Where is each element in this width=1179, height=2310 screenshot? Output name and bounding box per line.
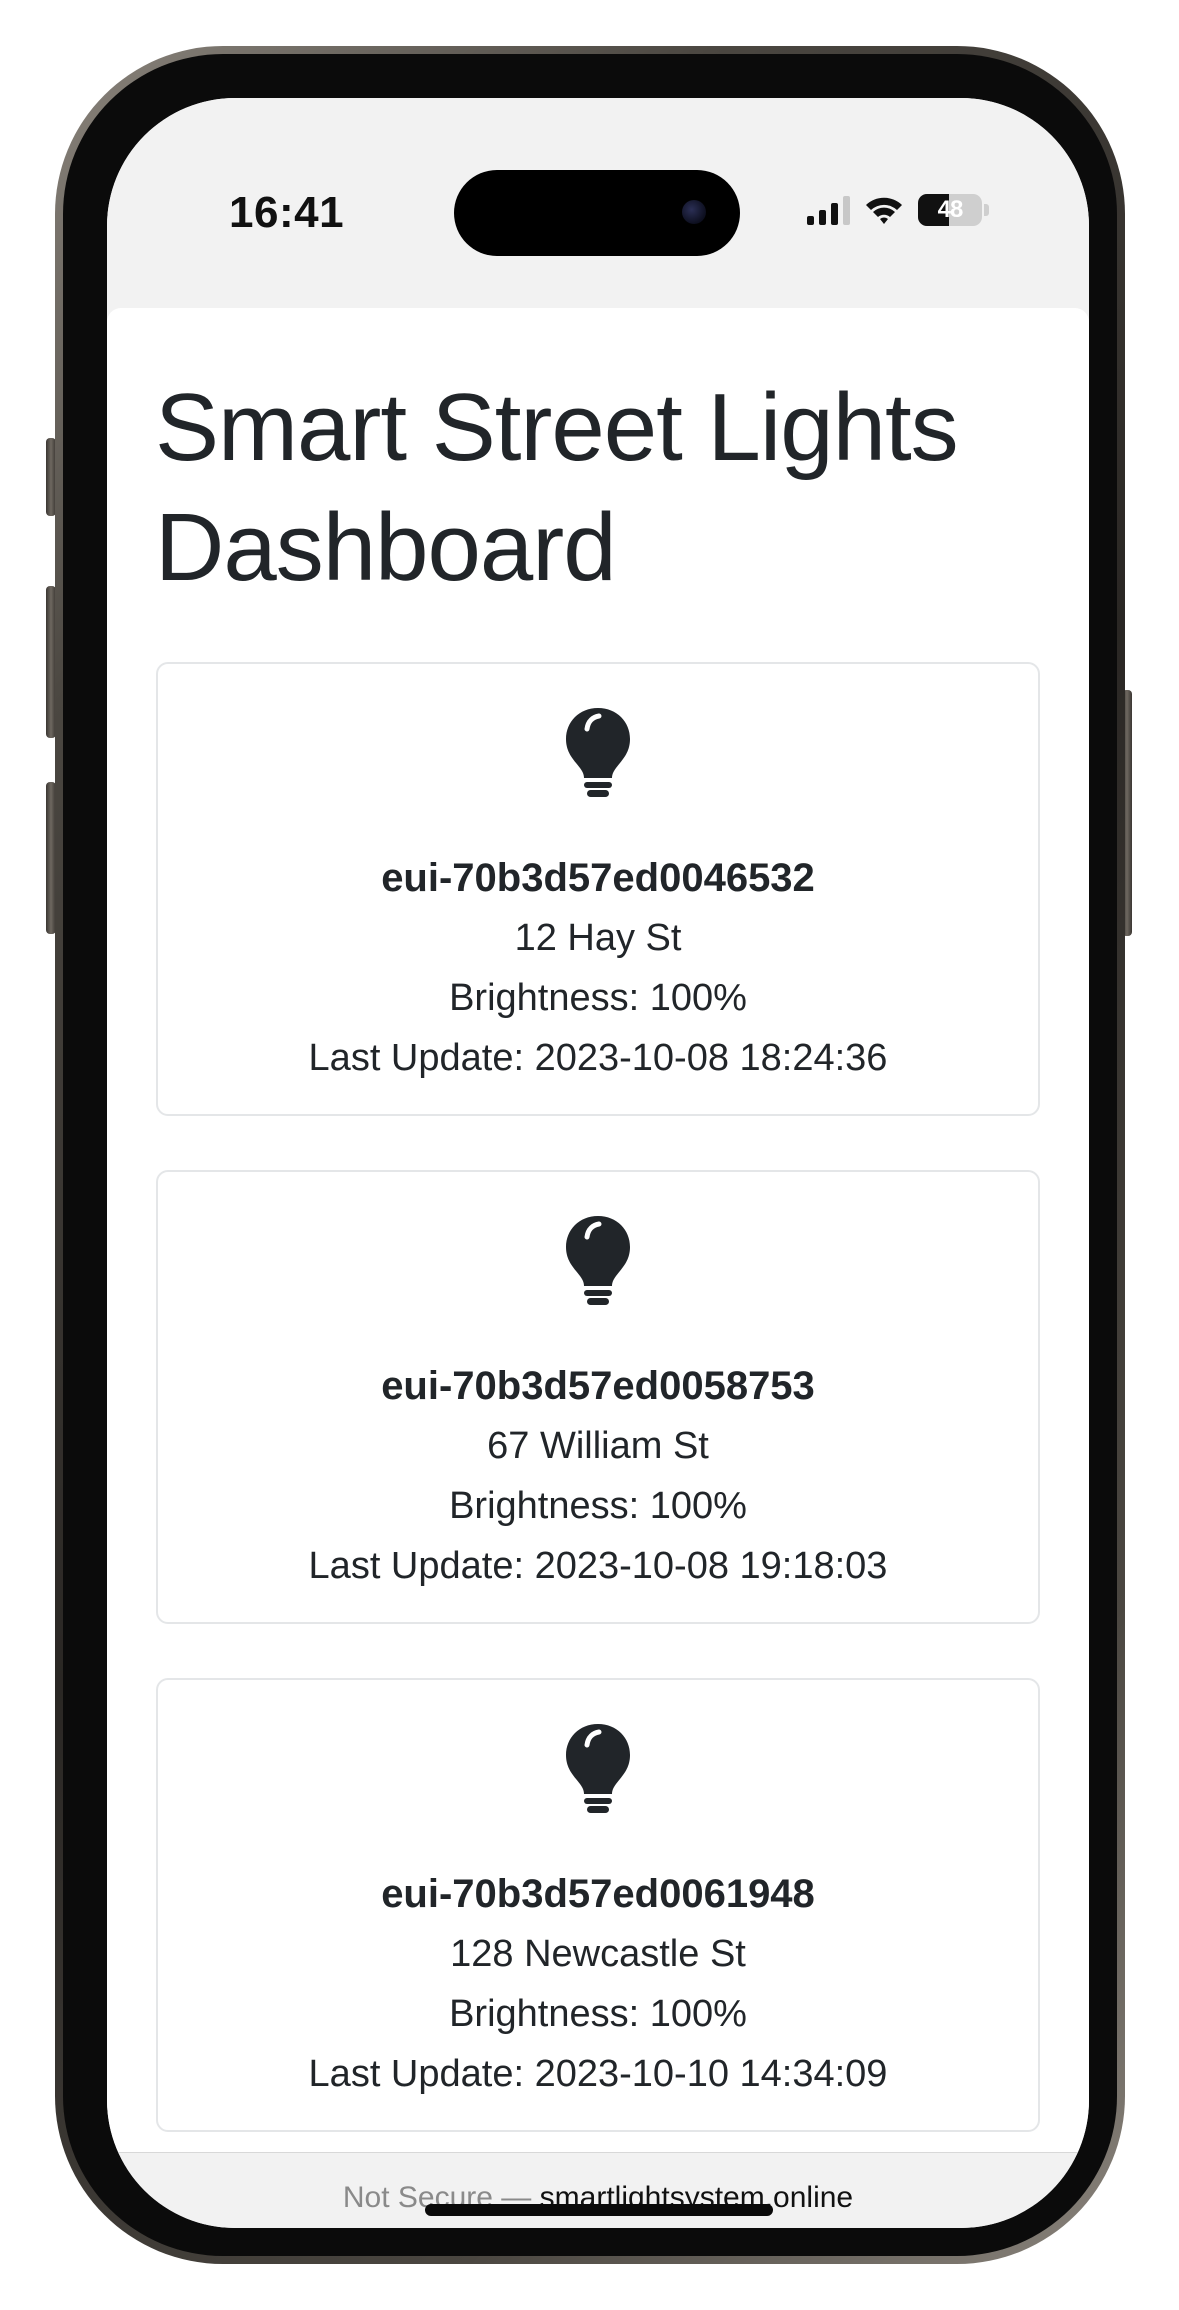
lightbulb-icon (566, 708, 630, 797)
phone-screen: 16:41 48 Smart Street Lights Dashboard e… (107, 98, 1089, 2228)
device-brightness: Brightness: 100% (449, 1485, 747, 1527)
device-brightness: Brightness: 100% (449, 977, 747, 1019)
light-card: eui-70b3d57ed0046532 12 Hay St Brightnes… (156, 662, 1040, 1116)
device-id: eui-70b3d57ed0058753 (381, 1364, 815, 1408)
dynamic-island (454, 170, 740, 256)
device-address: 67 William St (487, 1425, 709, 1467)
browser-url-bar[interactable]: Not Secure — smartlightsystem.online (107, 2152, 1089, 2228)
cellular-signal-icon (807, 195, 850, 225)
status-icons: 48 (807, 190, 989, 230)
light-card: eui-70b3d57ed0058753 67 William St Brigh… (156, 1170, 1040, 1624)
battery-level: 48 (937, 196, 964, 223)
lightbulb-icon (566, 1724, 630, 1813)
device-last-update: Last Update: 2023-10-10 14:34:09 (308, 2053, 888, 2095)
device-id: eui-70b3d57ed0046532 (381, 856, 815, 900)
device-last-update: Last Update: 2023-10-08 18:24:36 (308, 1037, 888, 1079)
front-camera-icon (682, 200, 706, 224)
battery-tip (984, 204, 989, 216)
device-last-update: Last Update: 2023-10-08 19:18:03 (308, 1545, 888, 1587)
device-address: 128 Newcastle St (450, 1933, 746, 1975)
device-stage: 16:41 48 Smart Street Lights Dashboard e… (0, 0, 1179, 2310)
phone-frame: 16:41 48 Smart Street Lights Dashboard e… (55, 46, 1125, 2264)
page-title: Smart Street Lights Dashboard (155, 374, 959, 601)
wifi-icon (866, 197, 902, 224)
status-bar: 16:41 48 (107, 98, 1089, 308)
device-id: eui-70b3d57ed0061948 (381, 1872, 815, 1916)
home-indicator[interactable] (425, 2204, 773, 2216)
light-card-list: eui-70b3d57ed0046532 12 Hay St Brightnes… (156, 662, 1040, 2152)
phone-bezel: 16:41 48 Smart Street Lights Dashboard e… (63, 54, 1117, 2256)
device-brightness: Brightness: 100% (449, 1993, 747, 2035)
lightbulb-icon (566, 1216, 630, 1305)
light-card: eui-70b3d57ed0061948 128 Newcastle St Br… (156, 1678, 1040, 2132)
status-time: 16:41 (229, 188, 345, 237)
battery-icon: 48 (918, 194, 982, 226)
device-address: 12 Hay St (514, 917, 682, 959)
web-content: Smart Street Lights Dashboard eui-70b3d5… (107, 308, 1089, 2152)
